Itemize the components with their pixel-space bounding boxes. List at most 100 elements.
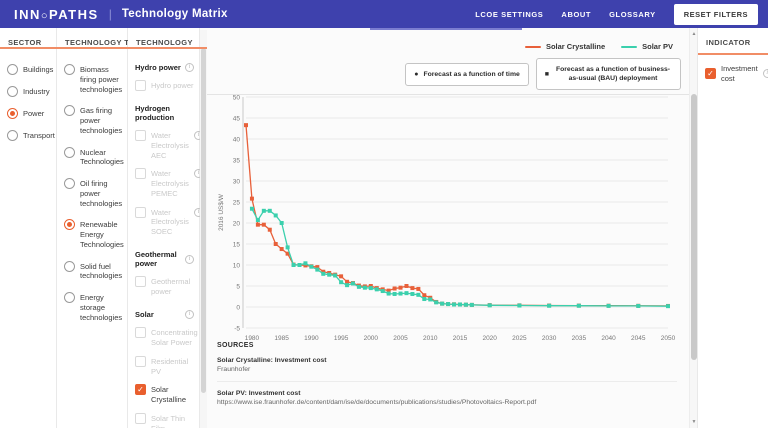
technology-type-option-label: Oil firing power technologies xyxy=(80,179,123,208)
data-point-solar-crystalline xyxy=(249,196,254,201)
info-icon[interactable]: i xyxy=(762,69,768,79)
technology-checkbox-water-electrolysis-pemec[interactable]: Water Electrolysis PEMEC i xyxy=(128,164,203,202)
data-point-solar-pv xyxy=(517,303,522,308)
technology-type-option-gas-firing-power-technologies[interactable]: Gas firing power technologies xyxy=(57,105,127,135)
data-point-solar-crystalline xyxy=(339,274,344,279)
radio-icon xyxy=(64,105,75,117)
radio-icon xyxy=(7,108,18,119)
technology-checkbox-solar-crystalline[interactable]: ✓ Solar Crystalline xyxy=(128,380,199,409)
toggle-forecast-as-a-function-of-business-as-us[interactable]: ■ Forecast as a function of business-as-u… xyxy=(535,58,681,91)
sector-option-transport[interactable]: Transport xyxy=(0,130,56,141)
technology-item-label: Concentrating Solar Power xyxy=(151,328,198,347)
nav-glossary[interactable]: GLOSSARY xyxy=(609,10,656,19)
source-value[interactable]: Fraunhofer xyxy=(217,366,677,373)
x-tick-label: 2040 xyxy=(601,335,616,342)
technology-group-title: Solar xyxy=(135,309,154,319)
sector-option-industry[interactable]: Industry xyxy=(0,86,56,97)
technology-type-option-energy-storage-technologies[interactable]: Energy storage technologies xyxy=(57,292,127,322)
source-value[interactable]: https://www.ise.fraunhofer.de/content/da… xyxy=(217,399,677,406)
data-point-solar-crystalline xyxy=(244,123,248,128)
scrollbar-up-arrow-icon[interactable]: ▲ xyxy=(690,30,698,38)
technology-checkbox-solar-thin-film[interactable]: Solar Thin Film xyxy=(128,409,199,428)
info-icon[interactable]: i xyxy=(185,63,194,72)
y-tick-label: 15 xyxy=(233,241,241,248)
technology-item-label: Geothermal power xyxy=(151,276,191,296)
data-point-solar-pv xyxy=(440,301,445,306)
technology-checkbox-hydro-power[interactable]: Hydro power xyxy=(128,76,199,95)
forecast-toggle-group: ● Forecast as a function of time ■ Forecast… xyxy=(405,58,681,91)
x-tick-label: 2000 xyxy=(364,335,379,342)
technology-type-option-nuclear-technologies[interactable]: Nuclear Technologies xyxy=(57,146,127,168)
legend-label: Solar Crystalline xyxy=(545,42,606,51)
technology-checkbox-residential-pv[interactable]: Residential PV xyxy=(128,352,199,381)
sector-option-power[interactable]: Power xyxy=(0,108,56,119)
horizontal-scroll-indicator[interactable] xyxy=(370,28,522,30)
indicator-checkbox-investment-cost[interactable]: ✓ Investment cost i xyxy=(698,55,768,88)
nav-lcoe-settings[interactable]: LCOE SETTINGS xyxy=(475,10,543,19)
technology-type-option-solid-fuel-technologies[interactable]: Solid fuel technologies xyxy=(57,260,127,282)
data-point-solar-pv xyxy=(457,302,462,307)
checkbox-icon xyxy=(135,275,146,287)
sector-option-label: Industry xyxy=(23,87,50,96)
technology-type-panel-title: TECHNOLOGY TYPE xyxy=(65,38,146,47)
data-point-solar-pv xyxy=(446,302,451,307)
data-point-solar-pv xyxy=(469,302,474,307)
technology-checkbox-concentrating-solar-power[interactable]: Concentrating Solar Poweri xyxy=(128,323,212,352)
series-line-solar-crystalline xyxy=(245,125,669,307)
technology-scrollbar[interactable] xyxy=(200,30,207,428)
data-point-solar-pv xyxy=(606,303,611,308)
technology-panel-title: TECHNOLOGY xyxy=(136,38,193,47)
toggle-label: Forecast as a function of time xyxy=(423,70,520,78)
data-point-solar-pv xyxy=(398,291,403,296)
data-point-solar-crystalline xyxy=(267,227,272,232)
sources-entries: Solar Crystalline: Investment cost Fraunh… xyxy=(217,357,677,406)
nav-about[interactable]: ABOUT xyxy=(561,10,591,19)
indicator-item-label: Investment cost xyxy=(721,64,758,83)
reset-filters-button[interactable]: RESET FILTERS xyxy=(673,3,758,25)
indicator-panel: INDICATOR ✓ Investment cost i xyxy=(697,28,768,428)
technology-item-label: Solar Thin Film xyxy=(151,413,186,428)
technology-type-option-oil-firing-power-technologies[interactable]: Oil firing power technologies xyxy=(57,178,127,208)
app-header: INN○PATHS | Technology Matrix LCOE SETTI… xyxy=(0,0,768,28)
main-scrollbar-thumb[interactable] xyxy=(691,94,697,360)
legend-item-solar-pv: Solar PV xyxy=(621,42,673,51)
main-vertical-scrollbar[interactable]: ▲ ▼ xyxy=(689,28,697,428)
data-point-solar-pv xyxy=(297,263,302,267)
x-tick-label: 1980 xyxy=(245,335,260,342)
source-name: Solar Crystalline: Investment cost xyxy=(217,357,327,364)
data-point-solar-pv xyxy=(463,302,468,307)
technology-checkbox-water-electrolysis-soec[interactable]: Water Electrolysis SOEC i xyxy=(128,203,203,241)
data-point-solar-crystalline xyxy=(398,285,403,290)
page-title: Technology Matrix xyxy=(121,8,228,20)
x-tick-label: 2010 xyxy=(423,335,438,342)
data-point-solar-pv xyxy=(321,271,326,276)
source-name: Solar PV: Investment cost xyxy=(217,390,301,397)
info-icon[interactable]: i xyxy=(185,254,194,264)
y-tick-label: 35 xyxy=(233,157,241,164)
radio-icon xyxy=(64,146,75,158)
checkbox-icon xyxy=(135,206,146,218)
data-point-solar-pv xyxy=(350,281,355,286)
data-point-solar-crystalline xyxy=(273,242,278,246)
data-point-solar-pv xyxy=(249,206,254,211)
sector-option-label: Transport xyxy=(23,131,55,140)
scrollbar-down-arrow-icon[interactable]: ▼ xyxy=(690,418,698,426)
column-header-underline xyxy=(0,47,207,49)
sector-option-buildings[interactable]: Buildings xyxy=(0,64,56,75)
data-point-solar-crystalline xyxy=(410,286,415,291)
sources-divider xyxy=(217,381,677,382)
technology-scrollbar-thumb[interactable] xyxy=(201,48,206,393)
technology-checkbox-water-electrolysis-aec[interactable]: Water Electrolysis AEC i xyxy=(128,126,203,164)
info-icon[interactable]: i xyxy=(185,310,194,320)
toggle-forecast-as-a-function-of-time[interactable]: ● Forecast as a function of time xyxy=(405,62,529,86)
technology-type-option-biomass-firing-power-technologies[interactable]: Biomass firing power technologies xyxy=(57,64,127,94)
technology-checkbox-geothermal-power[interactable]: Geothermal power xyxy=(128,272,199,301)
data-point-solar-pv xyxy=(434,300,439,305)
technology-group-title: Geothermal power xyxy=(135,249,177,268)
data-point-solar-pv xyxy=(261,208,266,213)
technology-type-option-renewable-energy-technologies[interactable]: Renewable Energy Technologies xyxy=(57,219,127,249)
checkbox-icon xyxy=(135,130,146,141)
x-tick-label: 2020 xyxy=(482,335,497,342)
legend-label: Solar PV xyxy=(642,42,673,51)
y-tick-label: 0 xyxy=(236,304,240,311)
